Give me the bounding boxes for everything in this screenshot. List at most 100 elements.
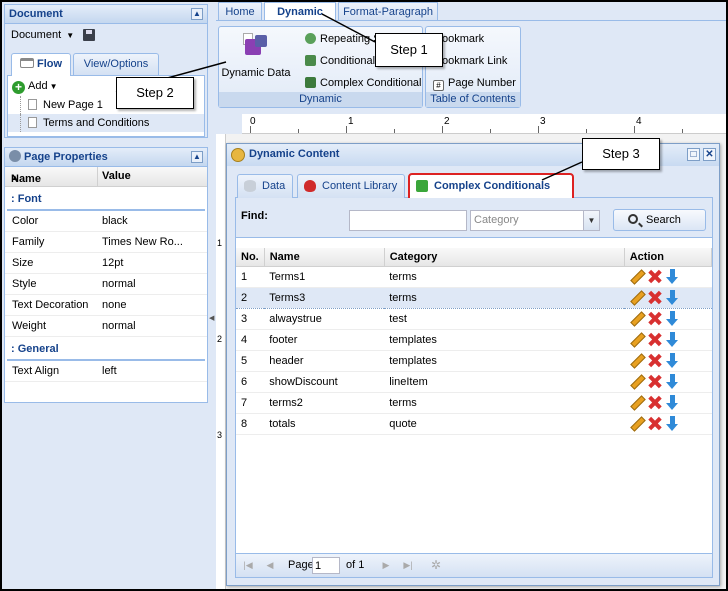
table-row[interactable]: 1 Terms1 terms: [236, 266, 712, 288]
table-row[interactable]: 2 Terms3 terms: [236, 286, 712, 309]
delete-icon[interactable]: [647, 353, 662, 368]
category-select[interactable]: Category ▼: [470, 210, 600, 231]
download-icon[interactable]: [665, 416, 680, 431]
column-header-value[interactable]: Value: [102, 170, 131, 182]
edit-icon[interactable]: [629, 395, 644, 410]
ruler-number: 1: [348, 116, 354, 127]
ruler-number: 4: [636, 116, 642, 127]
ribbon-body: Dynamic Data Repeating S Conditional Com…: [216, 20, 726, 114]
download-icon[interactable]: [665, 353, 680, 368]
complex-conditional-button[interactable]: Complex Conditional: [305, 74, 422, 92]
tab-complex-conditionals[interactable]: Complex Conditionals: [408, 173, 574, 200]
tab-dynamic[interactable]: Dynamic: [264, 2, 336, 22]
edit-icon[interactable]: [629, 416, 644, 431]
property-value[interactable]: none: [102, 295, 186, 316]
bookmark-link-button[interactable]: ookmark Link: [442, 52, 507, 70]
download-icon[interactable]: [665, 269, 680, 284]
tree-item-page[interactable]: Terms and Conditions: [8, 114, 204, 132]
page-number-input[interactable]: [312, 557, 340, 574]
property-row[interactable]: Color black: [5, 211, 207, 232]
edit-icon[interactable]: [629, 290, 644, 305]
document-tabs: Flow View/Options: [7, 50, 205, 76]
download-icon[interactable]: [665, 395, 680, 410]
property-value[interactable]: Times New Ro...: [102, 232, 186, 253]
conditional-button[interactable]: Conditional: [305, 52, 375, 70]
collapse-icon[interactable]: ▲: [191, 151, 203, 163]
last-page-icon[interactable]: ▶|: [402, 559, 414, 571]
complex-conditional-label: Complex Conditional: [320, 77, 422, 89]
chevron-left-icon[interactable]: ◀: [209, 314, 214, 322]
page-number-button[interactable]: # Page Number: [433, 74, 516, 92]
bookmark-button[interactable]: ookmark: [442, 30, 484, 48]
save-icon[interactable]: [83, 29, 96, 42]
edit-icon[interactable]: [629, 353, 644, 368]
close-icon[interactable]: ✕: [703, 148, 716, 161]
property-row[interactable]: Weight normal: [5, 316, 207, 337]
property-row[interactable]: Text Decoration none: [5, 295, 207, 316]
property-row[interactable]: Size 12pt: [5, 253, 207, 274]
tab-data[interactable]: Data: [237, 174, 293, 198]
table-row[interactable]: 3 alwaystrue test: [236, 308, 712, 330]
property-value[interactable]: normal: [102, 274, 186, 295]
table-row[interactable]: 8 totals quote: [236, 413, 712, 435]
property-value[interactable]: left: [102, 361, 186, 382]
property-value[interactable]: normal: [102, 316, 186, 337]
ruler-number: 2: [444, 116, 450, 127]
property-value[interactable]: black: [102, 211, 186, 232]
property-row[interactable]: Style normal: [5, 274, 207, 295]
first-page-icon[interactable]: |◀: [242, 559, 254, 571]
tab-content-library[interactable]: Content Library: [297, 174, 405, 198]
edit-icon[interactable]: [629, 269, 644, 284]
table-row[interactable]: 5 header templates: [236, 350, 712, 372]
download-icon[interactable]: [665, 332, 680, 347]
column-header-no[interactable]: No.: [236, 248, 265, 267]
tab-view-options[interactable]: View/Options: [73, 53, 159, 75]
delete-icon[interactable]: [647, 395, 662, 410]
table-row[interactable]: 7 terms2 terms: [236, 392, 712, 414]
edit-icon[interactable]: [629, 374, 644, 389]
property-group-general[interactable]: : General: [7, 337, 205, 361]
search-button[interactable]: Search: [613, 209, 706, 231]
property-row[interactable]: Family Times New Ro...: [5, 232, 207, 253]
maximize-icon[interactable]: □: [687, 148, 700, 161]
column-header-action[interactable]: Action: [624, 248, 713, 267]
tab-home[interactable]: Home: [218, 2, 262, 21]
collapse-icon[interactable]: ▲: [191, 8, 203, 20]
row-actions: [624, 329, 712, 351]
delete-icon[interactable]: [647, 332, 662, 347]
property-value[interactable]: 12pt: [102, 253, 186, 274]
row-category: lineItem: [384, 371, 625, 393]
row-actions: [624, 308, 712, 330]
table-row[interactable]: 4 footer templates: [236, 329, 712, 351]
delete-icon[interactable]: [647, 374, 662, 389]
column-header-category[interactable]: Category: [384, 248, 625, 267]
find-input[interactable]: [349, 210, 467, 231]
document-menu-button[interactable]: Document ▼: [11, 24, 74, 47]
chevron-down-icon[interactable]: ▼: [583, 211, 599, 230]
download-icon[interactable]: [665, 374, 680, 389]
previous-page-icon[interactable]: ◀: [264, 559, 276, 571]
table-row[interactable]: 6 showDiscount lineItem: [236, 371, 712, 393]
tab-flow[interactable]: Flow: [11, 53, 71, 76]
panel-splitter[interactable]: ◀: [208, 2, 216, 589]
repeating-section-button[interactable]: Repeating S: [305, 30, 381, 48]
row-number: 3: [236, 308, 265, 330]
repeating-label: Repeating S: [320, 33, 381, 45]
property-row[interactable]: Text Align left: [5, 361, 207, 382]
edit-icon[interactable]: [629, 311, 644, 326]
next-page-icon[interactable]: ▶: [380, 559, 392, 571]
property-group-font[interactable]: : Font: [7, 187, 205, 211]
row-actions: [624, 413, 712, 435]
edit-icon[interactable]: [629, 332, 644, 347]
delete-icon[interactable]: [647, 290, 662, 305]
delete-icon[interactable]: [647, 269, 662, 284]
download-icon[interactable]: [665, 290, 680, 305]
download-icon[interactable]: [665, 311, 680, 326]
delete-icon[interactable]: [647, 416, 662, 431]
column-divider[interactable]: [97, 167, 98, 187]
refresh-icon[interactable]: ✲: [430, 559, 442, 571]
delete-icon[interactable]: [647, 311, 662, 326]
tab-format-paragraph[interactable]: Format-Paragraph: [338, 2, 438, 21]
column-header-name[interactable]: Name: [264, 248, 385, 267]
dynamic-data-button[interactable]: Dynamic Data: [221, 31, 291, 87]
